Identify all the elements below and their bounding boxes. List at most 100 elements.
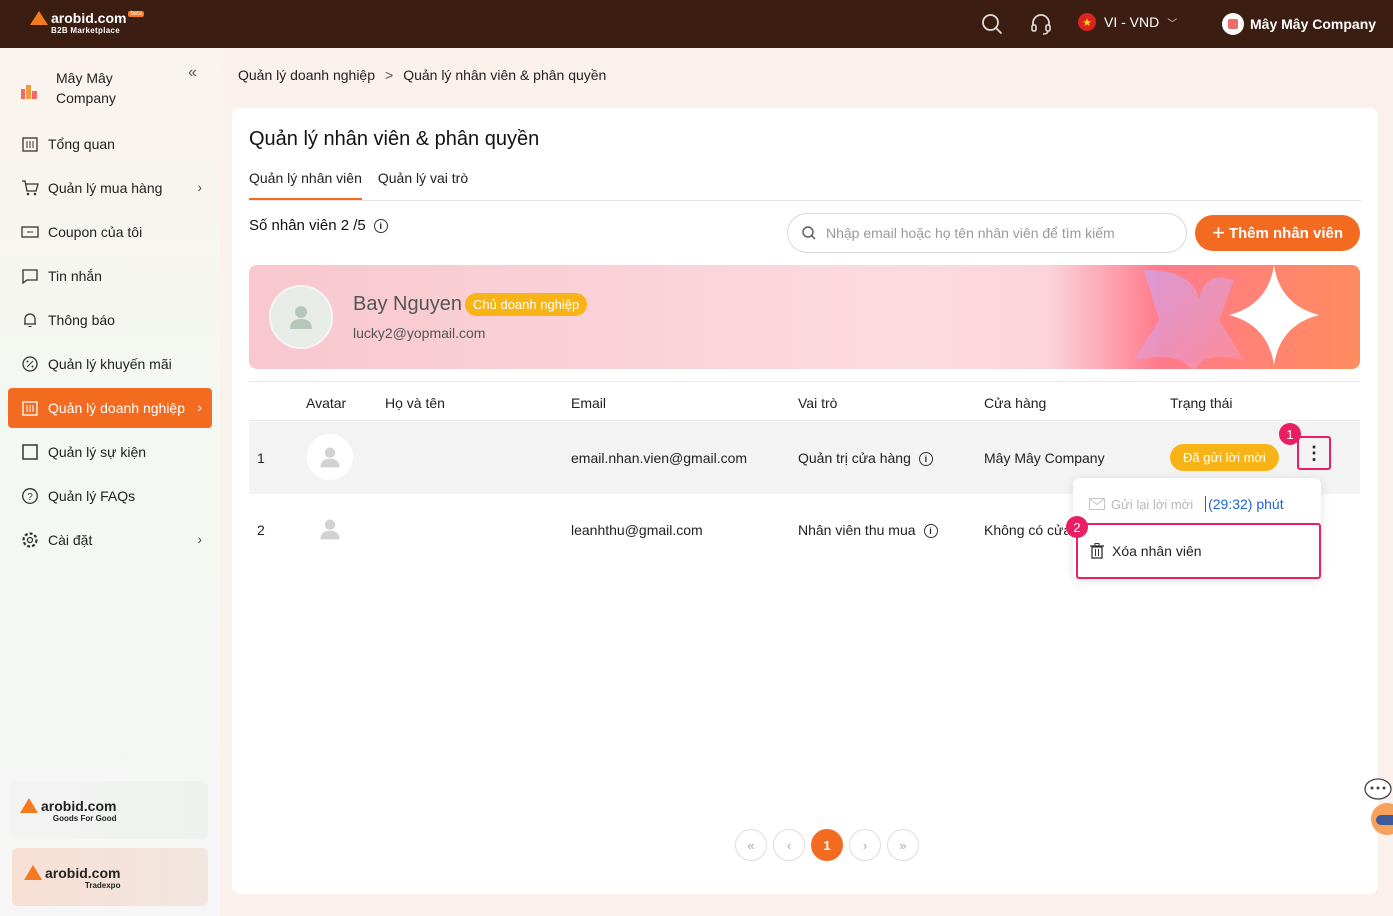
sidebar-item-enterprise[interactable]: Quản lý doanh nghiệp › xyxy=(8,388,212,428)
promo-subtitle: Goods For Good xyxy=(52,813,117,823)
tabs-divider xyxy=(249,200,1361,201)
sidebar-item-label: Tổng quan xyxy=(48,136,115,152)
add-employee-label: Thêm nhân viên xyxy=(1228,224,1344,242)
sidebar-item-notifications[interactable]: Thông báo xyxy=(8,300,212,340)
sidebar-item-overview[interactable]: Tổng quan xyxy=(8,124,212,164)
column-header-store: Cửa hàng xyxy=(984,395,1047,411)
step-marker-2: 2 xyxy=(1066,516,1088,538)
avatar xyxy=(307,434,353,480)
language-selector[interactable]: ★ VI - VND ﹀ xyxy=(1078,13,1177,31)
prev-page-button[interactable]: ‹ xyxy=(773,829,805,861)
employee-count: Số nhân viên 2 /5 i xyxy=(249,217,388,234)
tab-employees[interactable]: Quản lý nhân viên xyxy=(249,170,362,201)
column-header-name: Họ và tên xyxy=(385,395,445,411)
enterprise-icon xyxy=(20,398,40,418)
more-actions-button[interactable]: ⋮ xyxy=(1297,436,1331,470)
sidebar-item-events[interactable]: Quản lý sự kiện xyxy=(8,432,212,472)
account-company-name: Mây Mây Company xyxy=(1250,16,1377,32)
owner-card: Bay Nguyen Chủ doanh nghiệp lucky2@yopma… xyxy=(249,265,1360,369)
sidebar-item-faqs[interactable]: ? Quản lý FAQs xyxy=(8,476,212,516)
coupon-icon xyxy=(20,222,40,242)
user-icon xyxy=(320,519,340,540)
sidebar-company: Mây Mây Company xyxy=(18,68,146,108)
sidebar-nav: Tổng quan Quản lý mua hàng › Coupon của … xyxy=(8,124,212,564)
avatar xyxy=(307,506,353,552)
row-actions-menu: Gửi lại lời mời (29:32) phút Xóa nhân vi… xyxy=(1073,478,1321,579)
user-icon xyxy=(320,447,340,468)
tab-roles[interactable]: Quản lý vai trò xyxy=(378,170,468,201)
chevron-down-icon: ﹀ xyxy=(1167,18,1178,30)
logo-subtitle: B2B Marketplace xyxy=(51,26,120,35)
breadcrumb-current: Quản lý nhân viên & phân quyền xyxy=(403,67,607,83)
status-badge: Đã gửi lời mời xyxy=(1170,444,1279,471)
beta-badge: beta xyxy=(128,11,145,17)
info-icon[interactable]: i xyxy=(923,524,938,539)
chevron-right-icon: › xyxy=(197,531,202,547)
info-icon[interactable]: i xyxy=(373,218,388,233)
row-role-label: Quản trị cửa hàng xyxy=(798,450,911,466)
promo-title: arobid.com xyxy=(45,864,121,881)
pagination: « ‹ 1 › » xyxy=(735,829,925,861)
decorative-star-graphic xyxy=(1134,265,1319,369)
promo-subtitle: Tradexpo xyxy=(84,880,121,890)
menu-item-delete-employee[interactable]: Xóa nhân viên xyxy=(1076,523,1321,579)
column-header-avatar: Avatar xyxy=(306,395,347,411)
bell-icon xyxy=(20,310,40,330)
delete-employee-label: Xóa nhân viên xyxy=(1112,543,1202,559)
sidebar-item-label: Quản lý khuyến mãi xyxy=(48,356,172,372)
top-bar: arobid.com B2B Marketplace beta ★ VI - V… xyxy=(0,0,1393,48)
promo-tradexpo[interactable]: arobid.com Tradexpo xyxy=(12,848,208,906)
step-marker-1: 1 xyxy=(1279,423,1301,445)
trash-icon xyxy=(1090,543,1104,559)
next-page-button[interactable]: › xyxy=(849,829,881,861)
sidebar-item-coupons[interactable]: Coupon của tôi xyxy=(8,212,212,252)
breadcrumb-enterprise[interactable]: Quản lý doanh nghiệp xyxy=(238,67,375,83)
info-icon[interactable]: i xyxy=(918,452,933,467)
gear-icon xyxy=(20,530,40,550)
page-button-current[interactable]: 1 xyxy=(811,829,843,861)
mail-icon xyxy=(1089,498,1105,510)
row-index: 1 xyxy=(257,450,265,466)
resend-invite-label: Gửi lại lời mời xyxy=(1111,496,1194,512)
promo-goods-for-good[interactable]: arobid.com Goods For Good xyxy=(10,781,208,839)
arobid-logo[interactable]: arobid.com B2B Marketplace beta xyxy=(30,10,145,35)
row-email: leanhthu@gmail.com xyxy=(571,522,703,538)
sidebar-item-messages[interactable]: Tin nhắn xyxy=(8,256,212,296)
owner-role-badge: Chủ doanh nghiệp xyxy=(465,293,588,316)
logo-triangle-icon xyxy=(20,797,38,813)
user-icon xyxy=(290,306,312,329)
account-menu[interactable]: Mây Mây Company xyxy=(1222,13,1376,35)
sidebar-item-label: Thông báo xyxy=(48,312,115,328)
sidebar-item-purchases[interactable]: Quản lý mua hàng › xyxy=(8,168,212,208)
add-employee-button[interactable]: + Thêm nhân viên xyxy=(1195,215,1360,251)
search-icon[interactable] xyxy=(981,13,1003,35)
column-header-status: Trạng thái xyxy=(1170,395,1233,411)
page-title: Quản lý nhân viên & phân quyền xyxy=(249,128,540,150)
breadcrumb: Quản lý doanh nghiệp > Quản lý nhân viên… xyxy=(238,67,606,83)
column-header-email: Email xyxy=(571,395,607,411)
sidebar-item-label: Quản lý FAQs xyxy=(48,488,136,504)
event-icon xyxy=(20,442,40,462)
first-page-button[interactable]: « xyxy=(735,829,767,861)
row-role-label: Nhân viên thu mua xyxy=(798,522,916,538)
employee-count-label: Số nhân viên 2 /5 xyxy=(249,217,366,234)
headset-icon[interactable] xyxy=(1030,13,1052,35)
cart-icon xyxy=(20,178,40,198)
building-icon xyxy=(20,134,40,154)
row-store: Mây Mây Company xyxy=(984,450,1105,466)
search-input[interactable] xyxy=(826,225,1156,241)
message-icon xyxy=(20,266,40,286)
tabs: Quản lý nhân viên Quản lý vai trò xyxy=(249,170,484,201)
row-role: Quản trị cửa hàng i xyxy=(798,450,933,467)
chevron-right-icon: › xyxy=(197,399,202,415)
collapse-sidebar-icon[interactable]: « xyxy=(188,64,197,82)
sidebar-item-promotions[interactable]: Quản lý khuyến mãi xyxy=(8,344,212,384)
language-label: VI - VND xyxy=(1104,14,1160,30)
owner-avatar xyxy=(269,285,333,349)
vietnam-flag-icon: ★ xyxy=(1078,13,1096,31)
last-page-button[interactable]: » xyxy=(887,829,919,861)
chatbot-icon[interactable] xyxy=(1362,775,1393,845)
resend-timer: (29:32) phút xyxy=(1205,496,1284,512)
sidebar-item-settings[interactable]: Cài đặt › xyxy=(8,520,212,560)
sidebar-item-label: Quản lý doanh nghiệp xyxy=(48,400,185,416)
